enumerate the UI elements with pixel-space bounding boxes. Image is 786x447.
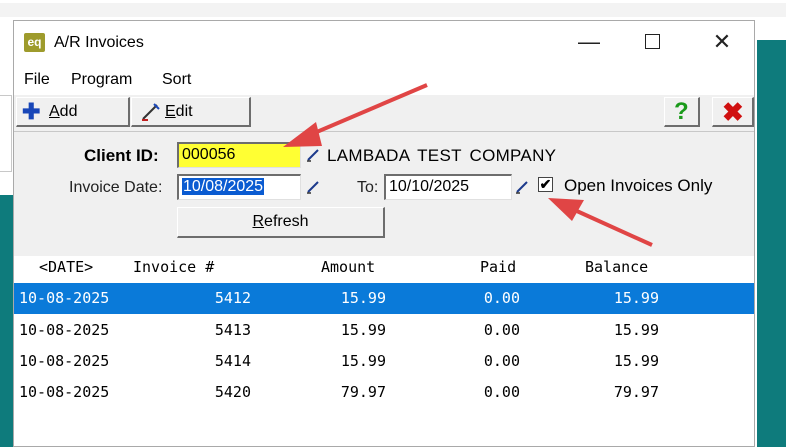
cell-paid: 0.00 [483,383,520,401]
exit-x-icon: ✖ [722,97,744,127]
edit-button-label: Edit [165,103,193,120]
column-header-paid[interactable]: Paid [480,258,516,276]
column-header-balance[interactable]: Balance [585,258,648,276]
invoice-date-label: Invoice Date: [69,179,163,196]
pencil-icon [142,103,160,121]
invoice-date-pencil-icon[interactable] [306,180,320,194]
cell-invoice: 5414 [214,352,251,370]
client-id-label: Client ID: [84,146,159,165]
minimize-button[interactable]: — [571,29,607,55]
maximize-icon [644,33,660,49]
open-invoices-label: Open Invoices Only [564,176,713,195]
cell-balance: 15.99 [613,352,659,370]
cell-date: 10-08-2025 [19,321,110,339]
toolbar: ✚ Add Edit ? ✖ [14,95,754,132]
help-button[interactable]: ? [664,97,700,127]
menu-file[interactable]: File [24,71,50,89]
menu-sort[interactable]: Sort [162,71,191,89]
maximize-button[interactable] [634,29,670,55]
open-invoices-checkbox[interactable]: ✔ [538,177,553,192]
client-id-input[interactable]: 000056 [177,142,301,168]
to-date-pencil-icon[interactable] [515,180,529,194]
cell-paid: 0.00 [483,352,520,370]
invoice-date-input[interactable]: 10/08/2025 [177,174,301,200]
menu-bar: File Program Sort [14,69,754,93]
client-name: LAMBADA TEST COMPANY [327,146,557,165]
cell-balance: 15.99 [613,321,659,339]
invoice-date-value: 10/08/2025 [182,178,265,195]
ar-invoices-window: eq A/R Invoices — ✕ File Program Sort ✚ … [13,20,755,447]
minimize-icon: — [578,29,600,54]
add-button-label: Add [49,103,78,120]
cell-date: 10-08-2025 [19,383,110,401]
background-right-teal [757,40,786,447]
column-header-invoice[interactable]: Invoice # [133,258,214,276]
cell-amount: 15.99 [340,352,386,370]
close-button[interactable]: ✕ [704,29,740,55]
cell-paid: 0.00 [483,289,520,307]
column-header-date[interactable]: <DATE> [39,258,93,276]
window-title: A/R Invoices [54,34,144,51]
menu-program[interactable]: Program [71,71,132,89]
app-icon: eq [24,33,45,52]
table-row[interactable]: 10-08-2025 5414 15.99 0.00 15.99 [14,346,754,377]
cell-invoice: 5420 [214,383,251,401]
column-header-amount[interactable]: Amount [321,258,375,276]
cell-invoice: 5412 [214,289,251,307]
background-left-box [0,95,12,172]
add-button[interactable]: ✚ Add [16,97,130,127]
to-date-input[interactable]: 10/10/2025 [384,174,512,200]
cell-date: 10-08-2025 [19,289,110,307]
table-row[interactable]: 10-08-2025 5412 15.99 0.00 15.99 [14,283,754,314]
invoice-grid[interactable]: <DATE> Invoice # Amount Paid Balance 10-… [14,256,754,446]
cell-invoice: 5413 [214,321,251,339]
exit-button[interactable]: ✖ [712,97,754,127]
edit-button[interactable]: Edit [131,97,251,127]
filter-form: Client ID: 000056 LAMBADA TEST COMPANY I… [14,132,754,256]
help-icon: ? [674,98,689,125]
cell-paid: 0.00 [483,321,520,339]
cell-date: 10-08-2025 [19,352,110,370]
cell-amount: 15.99 [340,289,386,307]
cell-balance: 15.99 [613,289,659,307]
table-row[interactable]: 10-08-2025 5420 79.97 0.00 79.97 [14,377,754,408]
cell-amount: 79.97 [340,383,386,401]
cell-amount: 15.99 [340,321,386,339]
cell-balance: 79.97 [613,383,659,401]
to-date-label: To: [357,179,379,196]
table-row[interactable]: 10-08-2025 5413 15.99 0.00 15.99 [14,315,754,346]
background-window-strip [0,3,786,17]
close-icon: ✕ [712,29,732,54]
plus-icon: ✚ [22,99,41,124]
title-bar[interactable]: eq A/R Invoices — ✕ [14,21,754,66]
background-left-teal [0,195,13,447]
refresh-button[interactable]: Refresh [177,207,385,238]
client-edit-pencil-icon[interactable] [306,148,320,162]
